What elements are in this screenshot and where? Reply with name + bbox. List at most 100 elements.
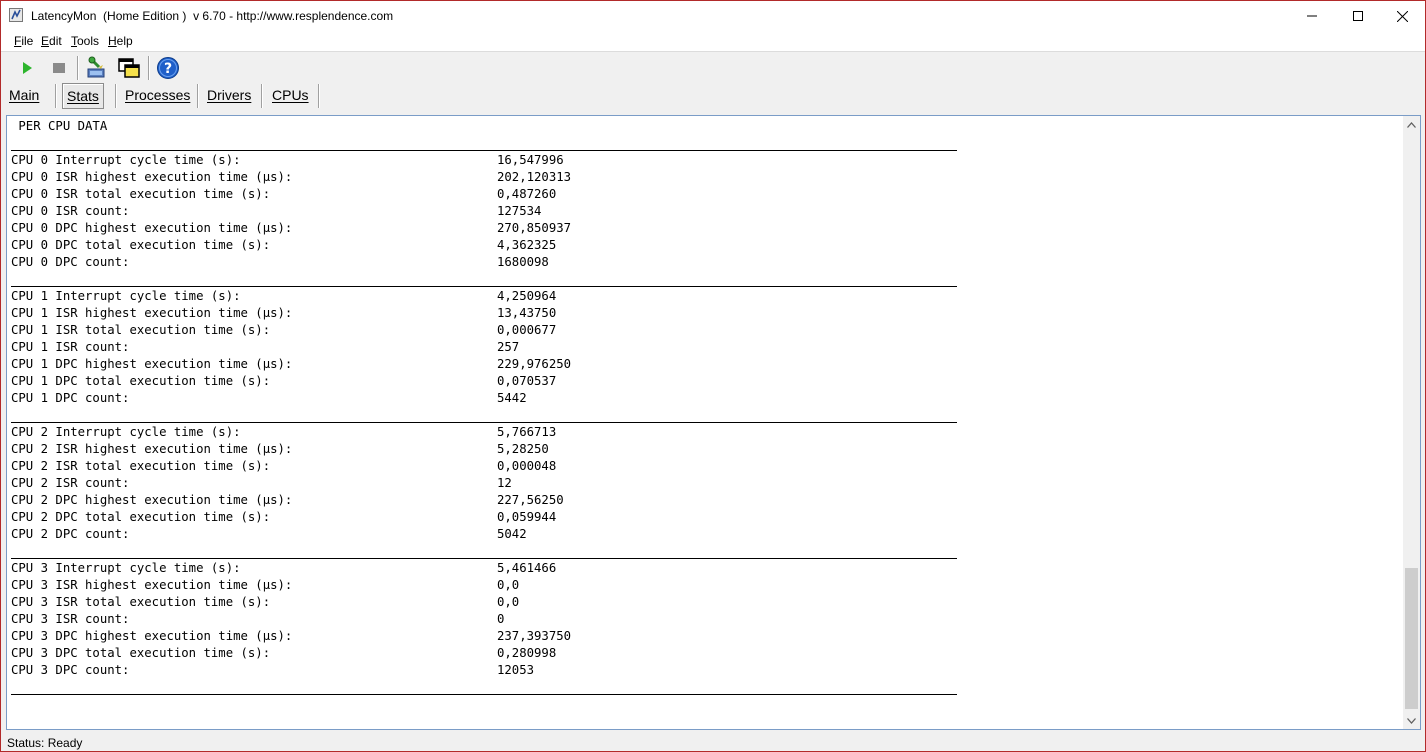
- section-divider: [11, 286, 957, 287]
- menu-edit[interactable]: Edit: [41, 34, 62, 48]
- menu-help[interactable]: Help: [108, 34, 133, 48]
- stat-value: 1680098: [497, 255, 549, 269]
- stat-label: CPU 2 DPC total execution time (s):: [11, 510, 271, 524]
- status-text: Status: Ready: [7, 736, 83, 750]
- tab-stats[interactable]: Stats: [62, 83, 104, 109]
- tab-separator: [115, 84, 117, 108]
- app-window: LatencyMon (Home Edition ) v 6.70 - http…: [0, 0, 1426, 752]
- toolbar: ?: [1, 52, 1425, 82]
- window-title: LatencyMon (Home Edition ) v 6.70 - http…: [31, 9, 394, 23]
- maximize-icon: [1353, 11, 1363, 21]
- stat-value: 127534: [497, 204, 542, 218]
- windows-icon: [118, 58, 140, 78]
- stat-value: 0,059944: [497, 510, 557, 524]
- stat-value: 5,766713: [497, 425, 557, 439]
- stat-label: CPU 3 ISR count:: [11, 612, 130, 626]
- minimize-button[interactable]: [1289, 1, 1335, 31]
- stat-value: 202,120313: [497, 170, 572, 184]
- stats-report-panel[interactable]: PER CPU DATA CPU 0 Interrupt cycle time …: [6, 115, 1421, 730]
- tab-bar: Main Stats Processes Drivers CPUs: [1, 82, 1425, 110]
- stat-label: CPU 1 ISR highest execution time (µs):: [11, 306, 293, 320]
- stat-value: 5442: [497, 391, 527, 405]
- section-title: PER CPU DATA: [11, 119, 108, 133]
- tab-separator: [197, 84, 199, 108]
- toolbar-separator: [148, 56, 150, 80]
- stat-value: 270,850937: [497, 221, 572, 235]
- close-icon: [1396, 10, 1408, 22]
- tab-separator: [55, 84, 57, 108]
- menu-bar: File Edit Tools Help: [1, 31, 1425, 52]
- chevron-down-icon: [1407, 717, 1416, 724]
- app-icon: [9, 8, 23, 22]
- menu-file[interactable]: File: [14, 34, 33, 48]
- stat-value: 4,362325: [497, 238, 557, 252]
- stat-label: CPU 0 Interrupt cycle time (s):: [11, 153, 241, 167]
- tab-drivers[interactable]: Drivers: [203, 83, 255, 107]
- help-button[interactable]: ?: [155, 55, 181, 81]
- stat-value: 12053: [497, 663, 535, 677]
- stat-value: 0: [497, 612, 505, 626]
- stat-value: 237,393750: [497, 629, 572, 643]
- stop-button[interactable]: [46, 55, 72, 81]
- stat-value: 229,976250: [497, 357, 572, 371]
- status-bar: Status: Ready: [1, 733, 1425, 751]
- tab-separator: [261, 84, 263, 108]
- stat-label: CPU 0 ISR highest execution time (µs):: [11, 170, 293, 184]
- stat-value: 16,547996: [497, 153, 564, 167]
- stat-label: CPU 3 ISR highest execution time (µs):: [11, 578, 293, 592]
- start-button[interactable]: [14, 55, 40, 81]
- tab-main[interactable]: Main: [5, 83, 43, 107]
- stat-label: CPU 2 DPC count:: [11, 527, 130, 541]
- stop-icon: [53, 63, 65, 73]
- minimize-icon: [1307, 15, 1317, 17]
- tab-processes[interactable]: Processes: [121, 83, 194, 107]
- section-divider: [11, 558, 957, 559]
- stat-label: CPU 2 ISR count:: [11, 476, 130, 490]
- stat-value: 13,43750: [497, 306, 557, 320]
- close-button[interactable]: [1379, 1, 1425, 31]
- stat-label: CPU 1 ISR count:: [11, 340, 130, 354]
- stat-label: CPU 3 ISR total execution time (s):: [11, 595, 271, 609]
- maximize-button[interactable]: [1335, 1, 1381, 31]
- stat-label: CPU 2 DPC highest execution time (µs):: [11, 493, 293, 507]
- stat-label: CPU 2 ISR highest execution time (µs):: [11, 442, 293, 456]
- menu-tools[interactable]: Tools: [71, 34, 99, 48]
- kernel-timers-button[interactable]: [84, 55, 110, 81]
- stat-value: 0,0: [497, 578, 520, 592]
- stat-value: 0,070537: [497, 374, 557, 388]
- section-divider: [11, 694, 957, 695]
- stat-value: 0,000048: [497, 459, 557, 473]
- stat-value: 257: [497, 340, 520, 354]
- stat-label: CPU 0 DPC highest execution time (µs):: [11, 221, 293, 235]
- stat-label: CPU 0 DPC count:: [11, 255, 130, 269]
- stat-value: 5,28250: [497, 442, 549, 456]
- stat-label: CPU 3 DPC count:: [11, 663, 130, 677]
- stat-label: CPU 3 DPC total execution time (s):: [11, 646, 271, 660]
- stat-value: 12: [497, 476, 512, 490]
- stat-value: 5,461466: [497, 561, 557, 575]
- stat-value: 0,280998: [497, 646, 557, 660]
- stat-value: 0,0: [497, 595, 520, 609]
- svg-text:?: ?: [164, 61, 172, 77]
- stat-label: CPU 3 Interrupt cycle time (s):: [11, 561, 241, 575]
- scroll-down-button[interactable]: [1403, 712, 1420, 729]
- stat-label: CPU 0 ISR total execution time (s):: [11, 187, 271, 201]
- help-icon: ?: [157, 57, 179, 79]
- stat-label: CPU 3 DPC highest execution time (µs):: [11, 629, 293, 643]
- stat-label: CPU 0 ISR count:: [11, 204, 130, 218]
- stat-label: CPU 1 Interrupt cycle time (s):: [11, 289, 241, 303]
- section-divider: [11, 150, 957, 151]
- stat-label: CPU 1 DPC highest execution time (µs):: [11, 357, 293, 371]
- tab-cpus[interactable]: CPUs: [268, 83, 313, 107]
- scroll-up-button[interactable]: [1403, 116, 1420, 133]
- windows-button[interactable]: [116, 55, 142, 81]
- section-divider: [11, 422, 957, 423]
- stat-label: CPU 0 DPC total execution time (s):: [11, 238, 271, 252]
- kernel-icon: [87, 56, 105, 78]
- stat-label: CPU 1 ISR total execution time (s):: [11, 323, 271, 337]
- vertical-scrollbar[interactable]: [1403, 116, 1420, 729]
- scroll-thumb[interactable]: [1405, 568, 1418, 709]
- stat-value: 227,56250: [497, 493, 564, 507]
- title-bar[interactable]: LatencyMon (Home Edition ) v 6.70 - http…: [1, 1, 1425, 31]
- stat-value: 4,250964: [497, 289, 557, 303]
